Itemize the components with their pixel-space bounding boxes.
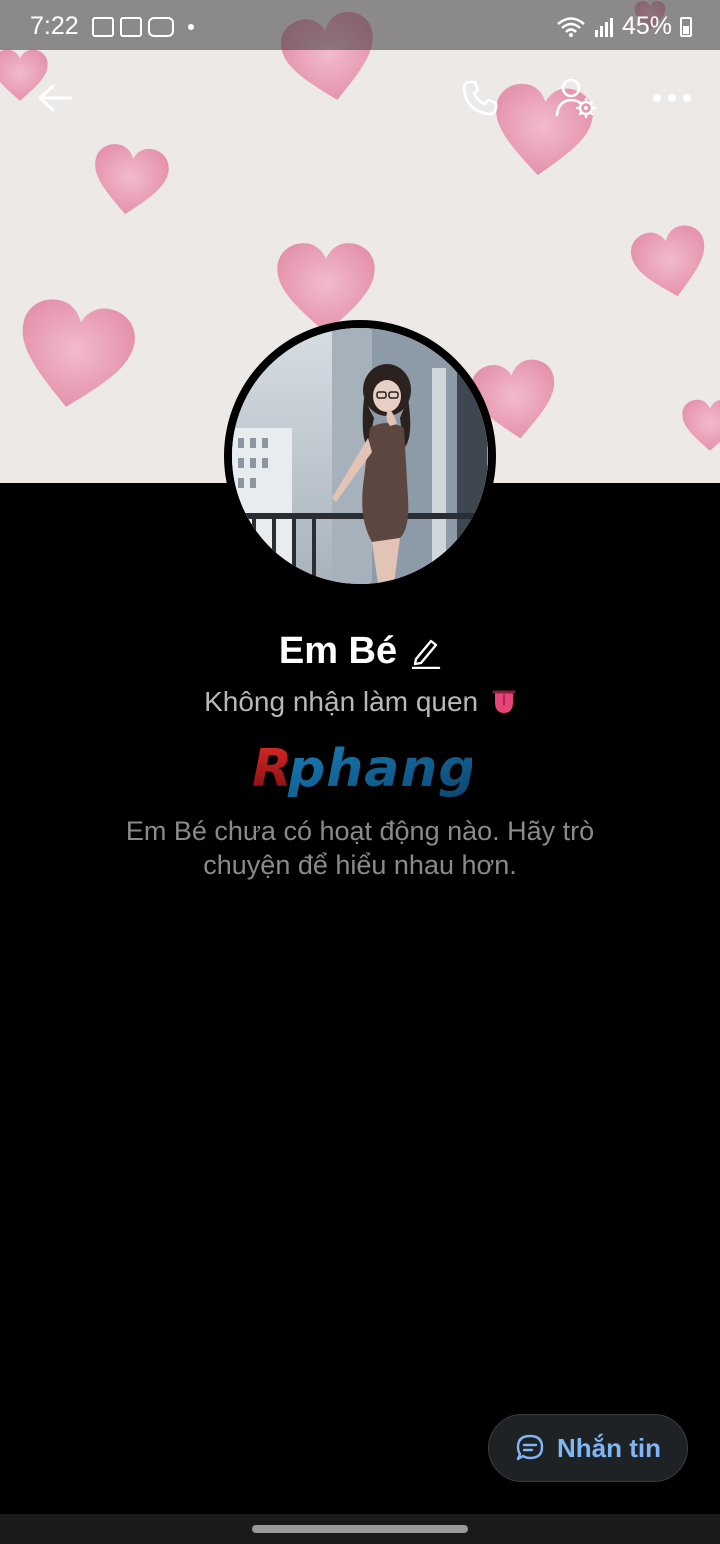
empty-activity-message: Em Bé chưa có hoạt động nào. Hãy trò chu… bbox=[125, 816, 595, 880]
user-settings-icon bbox=[555, 78, 597, 119]
battery-percentage: 45% bbox=[621, 12, 672, 40]
more-horizontal-icon bbox=[653, 94, 691, 102]
youtube-icon bbox=[148, 17, 174, 37]
avatar-ring bbox=[224, 320, 496, 592]
tongue-emoji-icon bbox=[492, 690, 516, 713]
rphang-watermark-logo: R phang bbox=[252, 739, 472, 799]
profile-settings-button[interactable] bbox=[548, 70, 604, 126]
arrow-left-icon bbox=[38, 84, 73, 112]
name-row: Em Bé bbox=[0, 630, 720, 673]
profile-name: Em Bé bbox=[278, 630, 398, 672]
call-button[interactable] bbox=[452, 70, 508, 126]
chat-bubble-icon bbox=[516, 1434, 544, 1461]
profile-status: Không nhận làm quen bbox=[0, 686, 720, 718]
battery-icon bbox=[680, 16, 692, 37]
signal-icon bbox=[594, 17, 613, 37]
message-button[interactable]: Nhắn tin bbox=[488, 1414, 688, 1482]
profile-screen: 7:22 45% Em Bé Không nhận làm quen R pha… bbox=[0, 0, 720, 1544]
home-gesture-handle[interactable] bbox=[252, 1525, 468, 1533]
edit-pencil-icon[interactable] bbox=[411, 635, 441, 669]
status-time: 7:22 bbox=[30, 12, 79, 40]
avatar[interactable] bbox=[232, 328, 488, 584]
phone-icon bbox=[462, 80, 498, 116]
system-navigation-bar bbox=[0, 1514, 720, 1544]
status-bar: 7:22 45% bbox=[0, 0, 720, 50]
linkedin-icon bbox=[120, 17, 142, 37]
avatar-photo bbox=[232, 328, 488, 584]
gallery-icon bbox=[92, 17, 114, 37]
back-button[interactable] bbox=[27, 70, 83, 126]
more-options-button[interactable] bbox=[644, 70, 700, 126]
notification-icons bbox=[92, 17, 194, 37]
wifi-icon bbox=[557, 16, 585, 37]
message-button-label: Nhắn tin bbox=[557, 1432, 661, 1463]
status-text: Không nhận làm quen bbox=[204, 686, 479, 717]
logo-letter-r: R bbox=[252, 739, 293, 799]
more-notifications-dot bbox=[188, 24, 194, 30]
top-action-bar bbox=[0, 50, 720, 146]
logo-letters-rest: phang bbox=[287, 739, 472, 799]
status-right: 45% bbox=[556, 12, 692, 41]
